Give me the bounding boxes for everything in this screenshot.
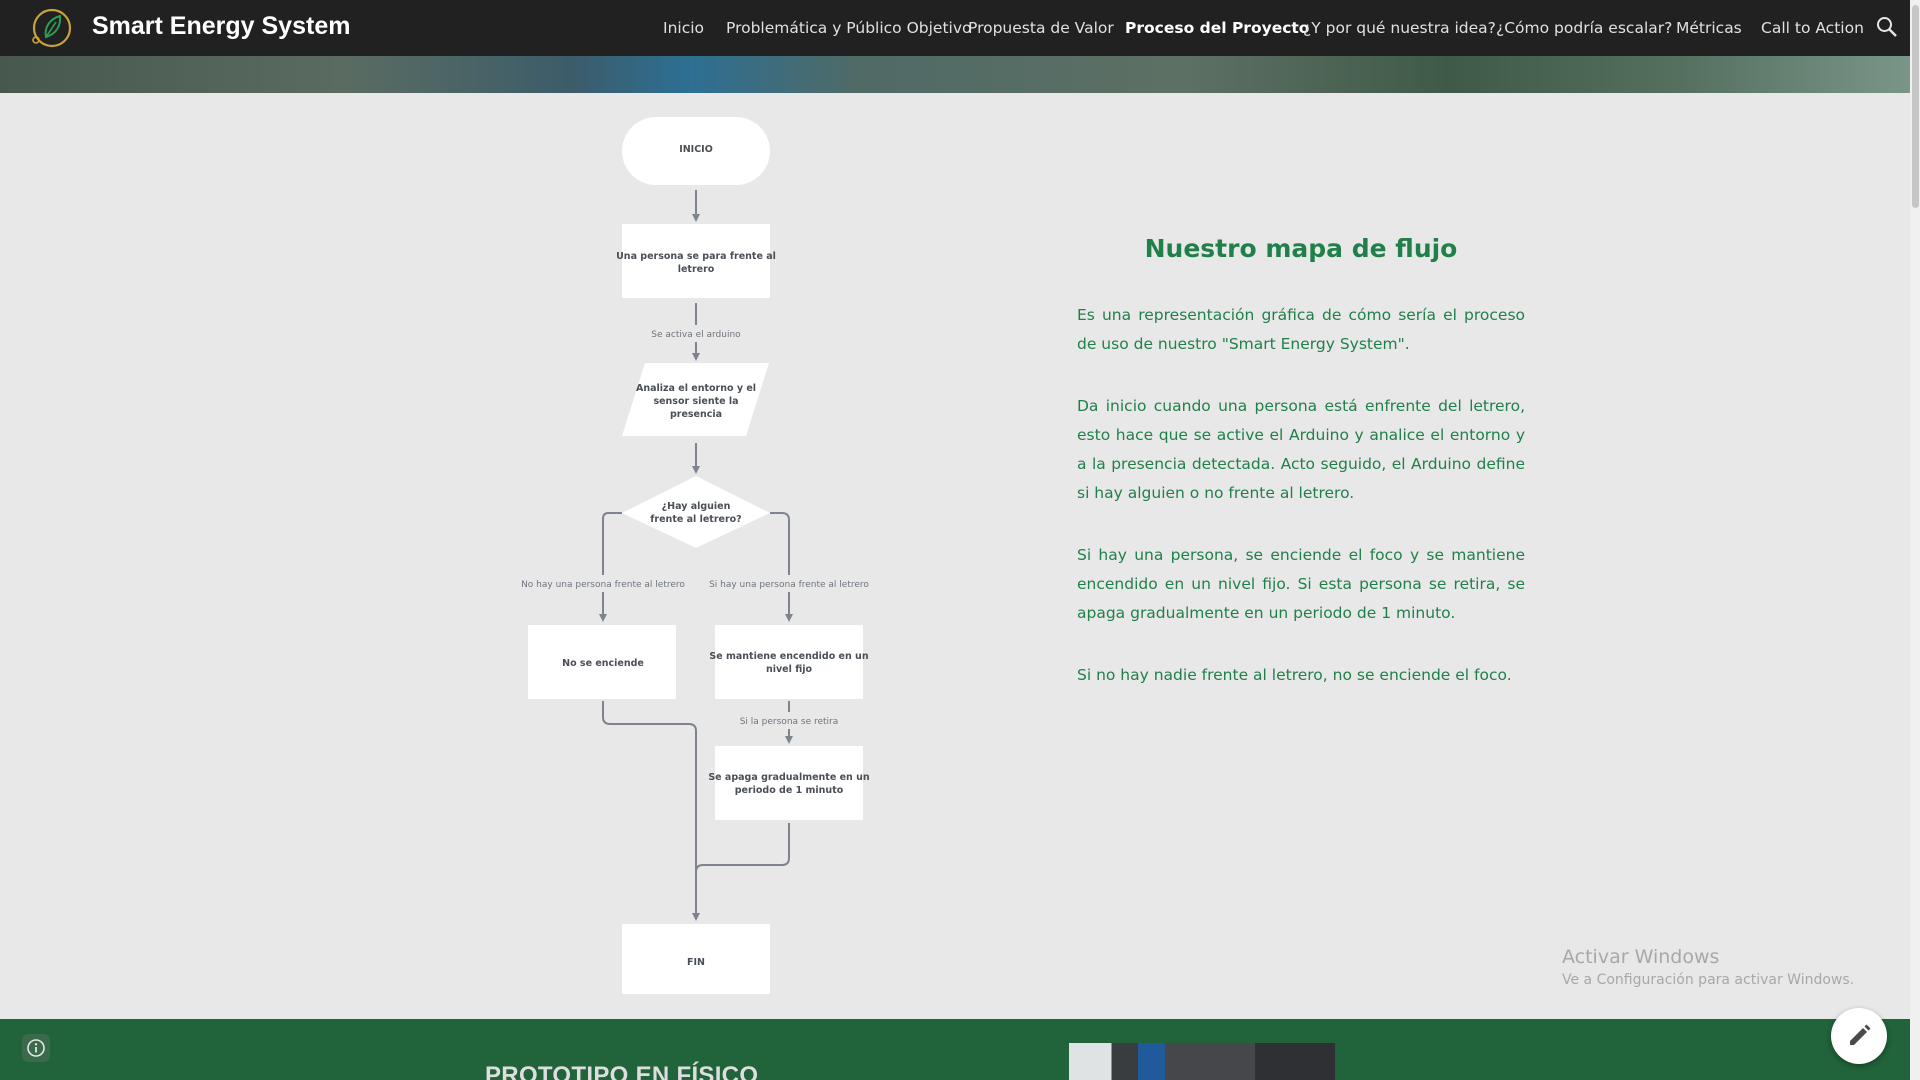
flow-label-end: FIN [687,957,705,968]
flow-edge-label-no: No hay una persona frente al letrero [521,580,685,590]
flow-node-keep-on [715,625,863,699]
prototype-section [0,1019,1910,1080]
nav-link-propuesta-de-valor[interactable]: Propuesta de Valor [968,0,1114,56]
nav-link-problematica[interactable]: Problemática y Público Objetivo [726,0,972,56]
flow-edge-label-retire: Si la persona se retira [740,717,839,727]
nav-link-como-podria-escalar[interactable]: ¿Cómo podría escalar? [1496,0,1672,56]
flow-label-decision-line1: ¿Hay alguien [662,501,731,512]
nav-link-inicio[interactable]: Inicio [663,0,704,56]
flow-label-decision-line2: frente al letrero? [650,514,741,525]
nav-link-call-to-action[interactable]: Call to Action [1761,0,1864,56]
site-title[interactable]: Smart Energy System [92,12,350,41]
prototype-photo [1069,1043,1335,1080]
pencil-icon [1850,1024,1871,1045]
flow-label-step1-line1: Una persona se para frente al [616,251,776,262]
paragraph-intro: Es una representación gráfica de cómo se… [1077,306,1525,353]
flow-label-step2-line3: presencia [670,409,722,420]
windows-activation-subtitle: Ve a Configuración para activar Windows. [1562,972,1855,988]
hero-banner-image [0,56,1910,93]
connector-dim-to-end [695,823,790,873]
flow-node-decision [622,476,770,548]
info-icon [27,1039,45,1057]
flow-label-dim-line1: Se apaga gradualmente en un [708,772,870,783]
nav-link-proceso-del-proyecto[interactable]: Proceso del Proyecto [1125,0,1309,56]
windows-activation-title: Activar Windows [1562,946,1720,968]
edit-button[interactable] [1831,1008,1887,1064]
flow-label-keep-on-line1: Se mantiene encendido en un [709,651,868,662]
flow-edge-label-yes: Si hay una persona frente al letrero [709,580,869,590]
connector-no-to-end [602,701,700,921]
flow-node-dim-off [715,746,863,820]
flow-label-step2-line1: Analiza el entorno y el [636,383,756,394]
nav-link-por-que-nuestra-idea[interactable]: ¿Y por qué nuestra idea? [1303,0,1496,56]
flow-label-start: INICIO [679,144,713,155]
info-button[interactable] [22,1034,50,1062]
nav-link-metricas[interactable]: Métricas [1676,0,1742,56]
prototype-section-title: PROTOTIPO EN FÍSICO [485,1062,759,1080]
search-icon[interactable] [1876,16,1898,38]
paragraph-process: Da inicio cuando una persona está enfren… [1077,397,1525,502]
paragraph-absence: Si no hay nadie frente al letrero, no se… [1077,666,1512,684]
flow-label-step1-line2: letrero [678,264,715,275]
flow-label-no-light: No se enciende [562,658,644,669]
section-heading: Nuestro mapa de flujo [1144,234,1458,263]
scrollbar-thumb[interactable] [1912,5,1919,208]
flow-edge-label-arduino: Se activa el arduino [651,330,741,340]
flow-label-keep-on-line2: nivel fijo [766,664,813,675]
leaf-bulb-logo-icon[interactable] [28,7,74,49]
top-navigation-bar: Smart Energy System Inicio Problemática … [0,0,1910,56]
flow-label-step2-line2: sensor siente la [653,396,738,407]
connector-decision-no [602,512,622,575]
connector-decision-yes [770,512,790,575]
flowchart-diagram: INICIO Una persona se para frente al let… [521,117,870,994]
flow-label-dim-line2: periodo de 1 minuto [735,785,844,796]
paragraph-presence: Si hay una persona, se enciende el foco … [1077,546,1525,622]
